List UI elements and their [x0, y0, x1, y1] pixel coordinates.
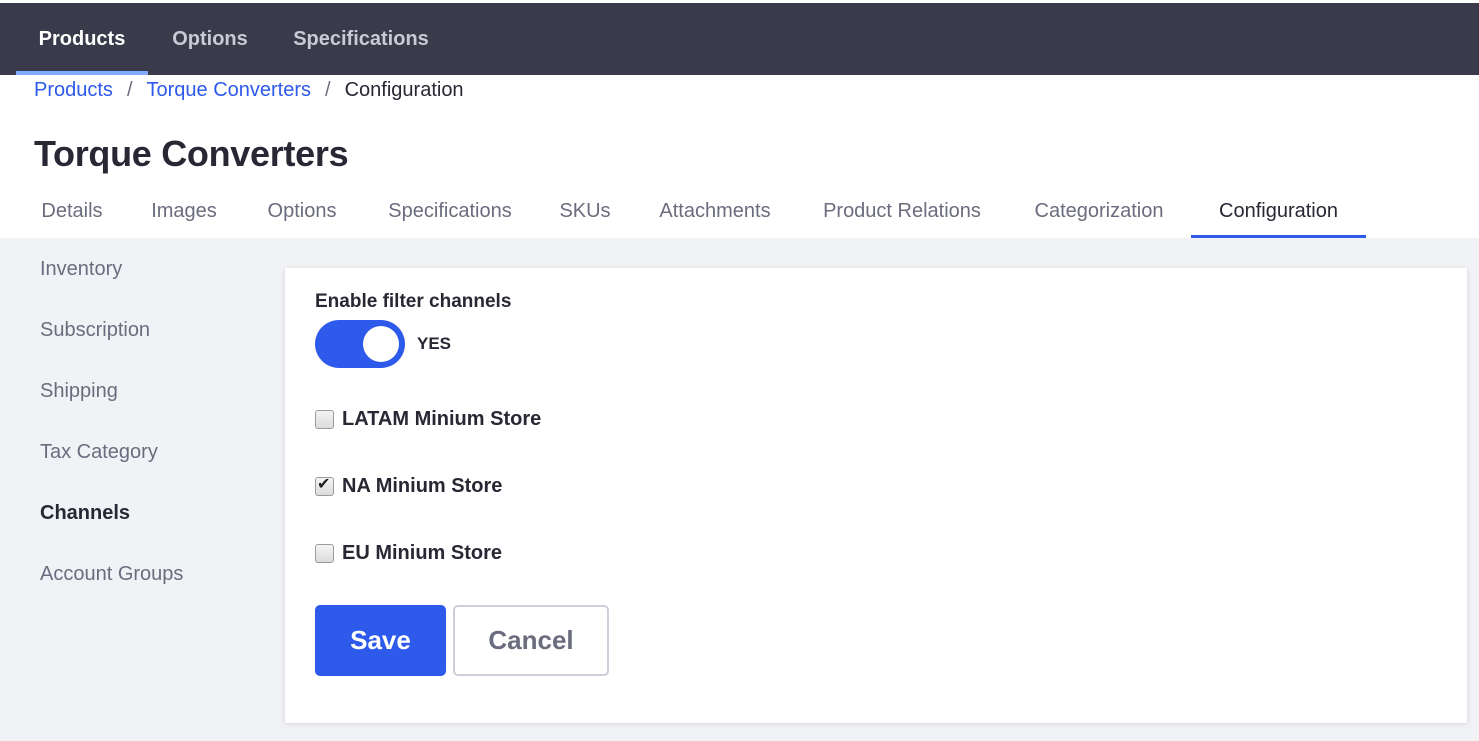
- tab-images[interactable]: Images: [136, 185, 232, 238]
- nav-item-products[interactable]: Products: [16, 3, 148, 75]
- tab-configuration[interactable]: Configuration: [1191, 185, 1366, 238]
- sidebar-item-inventory[interactable]: Inventory: [40, 258, 122, 281]
- sidebar-item-tax-category[interactable]: Tax Category: [40, 441, 158, 464]
- channel-label: EU Minium Store: [342, 542, 503, 564]
- tab-details[interactable]: Details: [24, 185, 120, 238]
- tab-product-relations[interactable]: Product Relations: [806, 185, 998, 238]
- tab-specifications[interactable]: Specifications: [370, 185, 530, 238]
- breadcrumb-separator: /: [325, 79, 331, 101]
- checkbox[interactable]: [315, 410, 334, 429]
- channel-checkbox-na[interactable]: ✔ NA Minium Store: [315, 475, 502, 498]
- cancel-button[interactable]: Cancel: [453, 605, 609, 676]
- breadcrumb: Products / Torque Converters / Configura…: [34, 79, 464, 102]
- tab-options[interactable]: Options: [250, 185, 354, 238]
- sidebar-item-shipping[interactable]: Shipping: [40, 380, 118, 403]
- checkbox[interactable]: [315, 544, 334, 563]
- page-header: Products / Torque Converters / Configura…: [0, 75, 1479, 238]
- tab-skus[interactable]: SKUs: [546, 185, 624, 238]
- breadcrumb-torque-converters-link[interactable]: Torque Converters: [147, 79, 312, 102]
- toggle-state-text: YES: [417, 334, 452, 353]
- breadcrumb-separator: /: [126, 79, 133, 101]
- sidebar-item-channels[interactable]: Channels: [40, 502, 130, 525]
- breadcrumb-products-link[interactable]: Products: [34, 79, 113, 102]
- page-title: Torque Converters: [34, 133, 349, 174]
- toggle-knob: [363, 326, 399, 362]
- top-navbar: Products Options Specifications: [0, 3, 1479, 75]
- nav-item-options[interactable]: Options: [160, 3, 260, 75]
- channel-label: NA Minium Store: [342, 475, 503, 497]
- breadcrumb-current: Configuration: [344, 79, 464, 101]
- nav-item-specifications[interactable]: Specifications: [284, 3, 438, 75]
- channel-checkbox-latam[interactable]: LATAM Minium Store: [315, 408, 541, 431]
- channel-label: LATAM Minium Store: [342, 408, 542, 430]
- enable-filter-channels-toggle[interactable]: [315, 320, 405, 368]
- sidebar-item-subscription[interactable]: Subscription: [40, 319, 150, 342]
- checkmark-icon: ✔: [317, 476, 331, 493]
- tab-categorization[interactable]: Categorization: [1015, 185, 1183, 238]
- tab-attachments[interactable]: Attachments: [640, 185, 790, 238]
- save-button[interactable]: Save: [315, 605, 446, 676]
- sidebar-item-account-groups[interactable]: Account Groups: [40, 563, 183, 586]
- channel-checkbox-eu[interactable]: EU Minium Store: [315, 542, 502, 565]
- enable-filter-channels-label: Enable filter channels: [315, 291, 512, 312]
- channels-card: Enable filter channels YES LATAM Minium …: [285, 268, 1467, 723]
- checkbox[interactable]: ✔: [315, 476, 334, 496]
